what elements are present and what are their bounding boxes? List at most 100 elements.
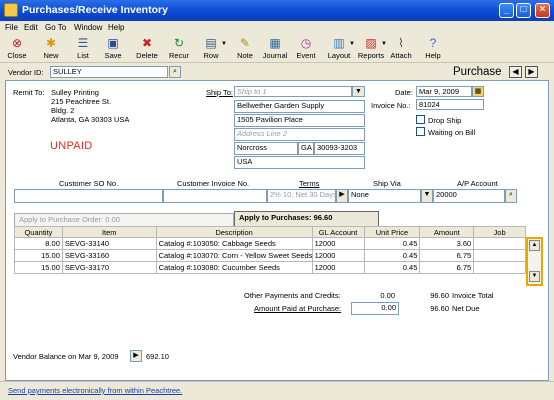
journal-button[interactable]: ▦ Journal (260, 36, 290, 60)
previous-record-button[interactable]: ◀ (509, 66, 522, 78)
table-scrollbar[interactable]: ▲ ▼ (526, 237, 543, 286)
ship-to-city[interactable]: Norcross (234, 142, 298, 155)
ship-to-select[interactable]: Ship to 1 (234, 86, 352, 97)
cell-unit-price[interactable]: 0.45 (363, 261, 421, 274)
search-icon: ⌕ (173, 68, 177, 75)
ap-account-field[interactable]: 20000 (433, 189, 505, 203)
drop-ship-checkbox[interactable] (416, 115, 425, 124)
electronic-payments-link[interactable]: Send payments electronically from within… (8, 386, 182, 395)
vendor-lookup-button[interactable]: ⌕ (169, 66, 181, 78)
row-button[interactable]: ▤ Row ▼ (196, 36, 227, 60)
menu-edit[interactable]: Edit (24, 23, 38, 32)
cell-amount[interactable]: 6.75 (419, 249, 475, 262)
tab-apply-to-purchases[interactable]: Apply to Purchases: 96.60 (234, 211, 379, 226)
note-button[interactable]: ✎ Note (230, 36, 260, 60)
reports-button[interactable]: ▨ Reports ▼ (356, 36, 387, 60)
ship-to-dropdown[interactable]: ▼ (352, 86, 365, 97)
cell-unit-price[interactable]: 0.45 (363, 237, 421, 250)
date-field[interactable]: Mar 9, 2009 (416, 86, 472, 97)
tab-apply-to-purchase-order[interactable]: Apply to Purchase Order: 0.00 (14, 213, 234, 226)
cell-job[interactable] (473, 249, 526, 262)
note-icon: ✎ (239, 36, 251, 50)
drop-ship-label: Drop Ship (428, 116, 462, 125)
cell-job[interactable] (473, 261, 526, 274)
cell-item[interactable]: SEVG-33170 (61, 261, 157, 274)
table-row[interactable]: 15.00 SEVG-33170 Catalog #:103080: Cucum… (14, 261, 526, 274)
event-button[interactable]: ◷ Event (291, 36, 321, 60)
calendar-button[interactable]: ▦ (472, 86, 484, 97)
cell-job[interactable] (473, 237, 526, 250)
cell-description[interactable]: Catalog #:103070: Corn - Yellow Sweet Se… (155, 249, 313, 262)
ship-via-field[interactable]: None (348, 189, 421, 203)
layout-button[interactable]: ▥ Layout ▼ (324, 36, 355, 60)
menu-file[interactable]: File (5, 23, 18, 32)
ap-account-lookup-button[interactable]: ⌕ (505, 189, 517, 203)
amount-paid-field[interactable]: 0.00 (351, 302, 399, 315)
vendor-id-field[interactable]: SULLEY (50, 66, 168, 78)
close-button[interactable]: ⊗ Close (2, 36, 32, 60)
customer-so-field[interactable] (14, 189, 163, 203)
customer-invoice-field[interactable] (163, 189, 267, 203)
status-badge: UNPAID (50, 140, 93, 152)
cell-gl-account[interactable]: 12000 (311, 261, 365, 274)
table-row[interactable]: 15.00 SEVG-33160 Catalog #:103070: Corn … (14, 249, 526, 262)
save-button[interactable]: ▣ Save (98, 36, 128, 60)
row-icon: ▤ (205, 36, 217, 50)
new-button[interactable]: ✱ New (36, 36, 66, 60)
terms-field[interactable]: 2% 10, Net 30 Days (267, 189, 336, 203)
ship-to-address1[interactable]: 1505 Pavilion Place (234, 114, 365, 127)
ship-to-address2[interactable]: Address Line 2 (234, 128, 365, 141)
menu-go-to[interactable]: Go To (45, 23, 66, 32)
toolbar: ⊗ Close ✱ New ☰ List ▣ Save ✖ Delete ↻ Recur ▤… (0, 35, 554, 63)
waiting-on-bill-checkbox[interactable] (416, 127, 425, 136)
cell-gl-account[interactable]: 12000 (311, 237, 365, 250)
cell-amount[interactable]: 3.60 (419, 237, 475, 250)
attach-button[interactable]: ⌇ Attach (386, 36, 416, 60)
menu-help[interactable]: Help (108, 23, 124, 32)
minimize-button[interactable]: _ (499, 3, 514, 18)
dropdown-arrow-icon: ▼ (221, 41, 227, 47)
menu-window[interactable]: Window (74, 23, 102, 32)
remit-line: Atlanta, GA 30303 USA (51, 115, 130, 124)
cell-description[interactable]: Catalog #:103050: Cabbage Seeds (155, 237, 313, 250)
customer-invoice-label: Customer Invoice No. (177, 179, 250, 188)
ship-to-state[interactable]: GA (298, 142, 314, 155)
recur-icon: ↻ (173, 36, 185, 50)
vendor-balance-button[interactable]: ▶ (130, 350, 142, 362)
ship-via-dropdown[interactable]: ▼ (421, 189, 433, 203)
cell-quantity[interactable]: 15.00 (14, 249, 63, 262)
next-record-button[interactable]: ▶ (525, 66, 538, 78)
recur-button[interactable]: ↻ Recur (164, 36, 194, 60)
chevron-down-icon: ▼ (423, 191, 431, 198)
ship-to-name[interactable]: Bellwether Garden Supply (234, 100, 365, 113)
cell-quantity[interactable]: 8.00 (14, 237, 63, 250)
search-icon: ⌕ (509, 191, 513, 198)
table-row[interactable]: 8.00 SEVG-33140 Catalog #:103050: Cabbag… (14, 237, 526, 250)
cell-description[interactable]: Catalog #:103080: Cucumber Seeds (155, 261, 313, 274)
terms-button[interactable]: ▶ (336, 189, 348, 203)
column-header-description: Description (155, 226, 313, 238)
delete-button[interactable]: ✖ Delete (132, 36, 162, 60)
customer-so-label: Customer SO No. (59, 179, 119, 188)
list-button[interactable]: ☰ List (68, 36, 98, 60)
cell-gl-account[interactable]: 12000 (311, 249, 365, 262)
help-button[interactable]: ? Help (418, 36, 448, 60)
scroll-down-icon[interactable]: ▼ (529, 271, 540, 282)
invoice-no-field[interactable]: 81024 (416, 99, 484, 110)
ship-to-zip[interactable]: 30093-3203 (314, 142, 365, 155)
cell-item[interactable]: SEVG-33140 (61, 237, 157, 250)
cell-unit-price[interactable]: 0.45 (363, 249, 421, 262)
cell-item[interactable]: SEVG-33160 (61, 249, 157, 262)
scroll-up-icon[interactable]: ▲ (529, 240, 540, 251)
remit-line: Bldg. 2 (51, 106, 75, 115)
cell-amount[interactable]: 6.75 (419, 261, 475, 274)
remit-to-label: Remit To: (13, 88, 45, 97)
cell-quantity[interactable]: 15.00 (14, 261, 63, 274)
help-icon: ? (429, 36, 437, 50)
close-window-button[interactable]: × (535, 3, 550, 18)
maximize-button[interactable]: □ (516, 3, 531, 18)
event-icon: ◷ (300, 36, 312, 50)
net-due-value: 96.60 (430, 304, 449, 313)
list-icon: ☰ (77, 36, 89, 50)
ship-to-country[interactable]: USA (234, 156, 365, 169)
